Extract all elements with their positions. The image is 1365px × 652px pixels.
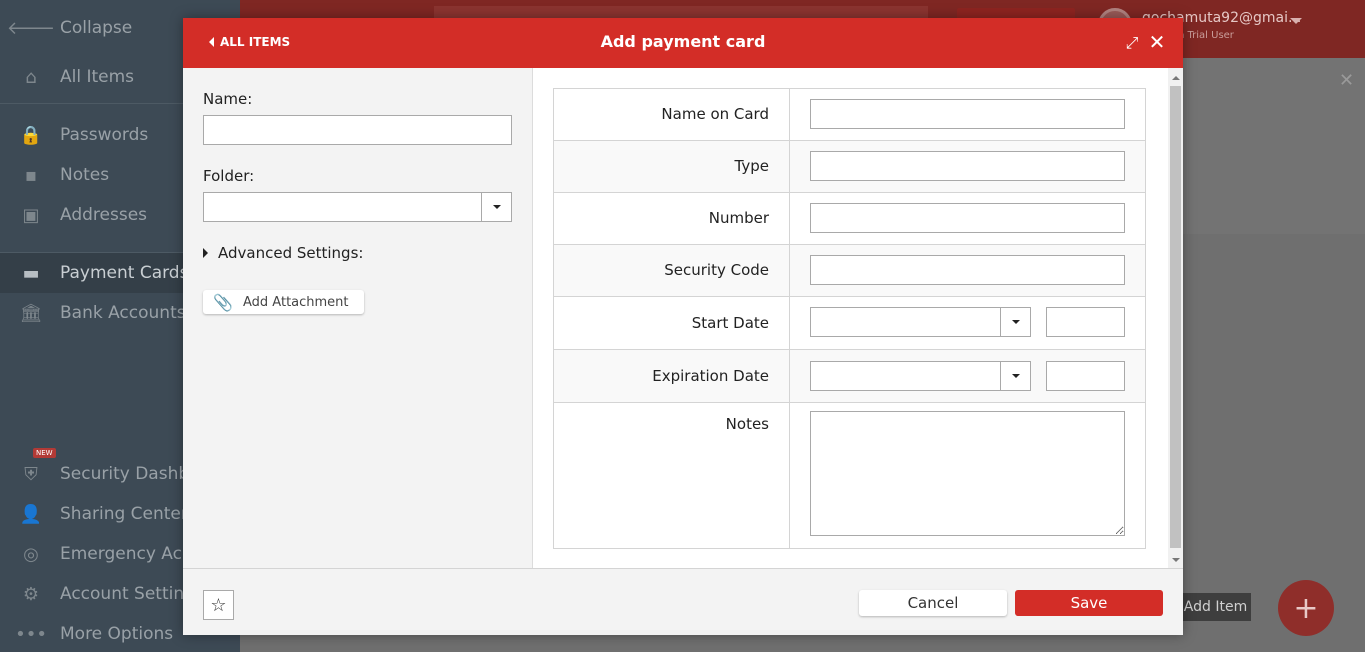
expiration-month-select[interactable] [810, 361, 1031, 391]
scroll-up-icon[interactable] [1172, 76, 1180, 80]
add-attachment-button[interactable]: 📎 Add Attachment [203, 290, 364, 314]
lock-icon: 🔒 [19, 124, 43, 146]
arrow-left-icon: 🡐 [6, 17, 56, 39]
start-date-year-input[interactable] [1046, 307, 1125, 337]
number-input[interactable] [810, 203, 1125, 233]
dialog-title: Add payment card [600, 32, 766, 51]
form-row-number: Number [554, 193, 1145, 245]
note-icon: ▪ [24, 164, 38, 186]
home-icon: ⌂ [25, 66, 37, 88]
cancel-button[interactable]: Cancel [859, 590, 1007, 616]
sidebar-item-label: Collapse [60, 18, 133, 38]
expiration-date-label: Expiration Date [554, 350, 790, 402]
name-label: Name: [203, 90, 253, 108]
form-row-security-code: Security Code [554, 245, 1145, 297]
favorite-star-icon[interactable]: ☆ [203, 590, 234, 620]
type-label: Type [554, 141, 790, 192]
lifebuoy-icon: ◎ [23, 543, 39, 565]
number-label: Number [554, 193, 790, 244]
gear-icon: ⚙ [22, 583, 40, 605]
close-icon[interactable]: ✕ [1147, 30, 1167, 54]
advanced-settings-label: Advanced Settings: [218, 244, 364, 262]
chevron-down-icon[interactable] [1000, 362, 1030, 390]
chevron-down-icon[interactable] [481, 193, 511, 221]
paperclip-icon: 📎 [213, 292, 233, 312]
sidebar-item-label: Notes [60, 165, 110, 185]
start-date-month-select[interactable] [810, 307, 1031, 337]
dialog-header: ALL ITEMS Add payment card ⤢ ✕ [183, 18, 1183, 68]
expiration-year-input[interactable] [1046, 361, 1125, 391]
expand-icon[interactable]: ⤢ [1123, 33, 1141, 52]
chevron-down-icon[interactable] [1000, 308, 1030, 336]
name-on-card-input[interactable] [810, 99, 1125, 129]
card-form: Name on Card Type Number Security Code S… [553, 88, 1146, 549]
sidebar-item-label: More Options [60, 624, 174, 644]
advanced-settings-toggle[interactable]: Advanced Settings: [203, 244, 363, 262]
address-icon: ▣ [22, 204, 40, 226]
notes-textarea[interactable] [810, 411, 1125, 536]
add-payment-card-dialog: ALL ITEMS Add payment card ⤢ ✕ Name: Fol… [183, 18, 1183, 635]
caret-right-icon [203, 248, 208, 258]
form-row-notes: Notes [554, 403, 1145, 548]
new-badge: NEW [33, 448, 56, 458]
sidebar-item-label: Passwords [60, 125, 149, 145]
chevron-down-icon[interactable] [1290, 18, 1302, 24]
form-row-expiration-date: Expiration Date [554, 350, 1145, 403]
sidebar-item-label: Bank Accounts [60, 303, 186, 323]
notes-label: Notes [554, 403, 790, 548]
sidebar-item-label: Payment Cards [60, 263, 189, 283]
start-date-label: Start Date [554, 297, 790, 349]
shield-icon: ⛨ [24, 463, 38, 485]
folder-label: Folder: [203, 167, 255, 185]
sidebar-item-label: All Items [60, 67, 135, 87]
folder-select[interactable] [203, 192, 512, 222]
sidebar-item-label: Emergency Acce [60, 544, 202, 564]
right-pane: Name on Card Type Number Security Code S… [534, 68, 1183, 568]
bank-icon: 🏛 [19, 302, 43, 324]
security-code-input[interactable] [810, 255, 1125, 285]
add-item-button[interactable]: + [1278, 580, 1334, 636]
sidebar-item-label: Sharing Center [60, 504, 188, 524]
type-input[interactable] [810, 151, 1125, 181]
sidebar-item-label: Addresses [60, 205, 148, 225]
users-icon: 👤 [19, 503, 43, 525]
close-icon[interactable]: ✕ [1339, 70, 1354, 91]
sidebar-item-label: Security Dashbo [60, 464, 200, 484]
dots-icon: ••• [15, 623, 47, 645]
form-row-start-date: Start Date [554, 297, 1145, 350]
scrollbar[interactable] [1168, 68, 1183, 568]
form-row-name-on-card: Name on Card [554, 89, 1145, 141]
form-row-type: Type [554, 141, 1145, 193]
left-pane: Name: Folder: Advanced Settings: 📎 Add A… [183, 68, 533, 568]
name-on-card-label: Name on Card [554, 89, 790, 140]
dialog-footer: ☆ Cancel Save [183, 568, 1183, 635]
save-button[interactable]: Save [1015, 590, 1163, 616]
add-item-tooltip: Add Item [1180, 593, 1251, 621]
name-input[interactable] [203, 115, 512, 145]
security-code-label: Security Code [554, 245, 790, 296]
card-icon: ▬ [22, 262, 40, 284]
add-attachment-label: Add Attachment [243, 294, 349, 310]
user-subtitle: n Trial User [1178, 30, 1234, 41]
scroll-down-icon[interactable] [1172, 558, 1180, 562]
scrollbar-thumb[interactable] [1170, 86, 1181, 548]
